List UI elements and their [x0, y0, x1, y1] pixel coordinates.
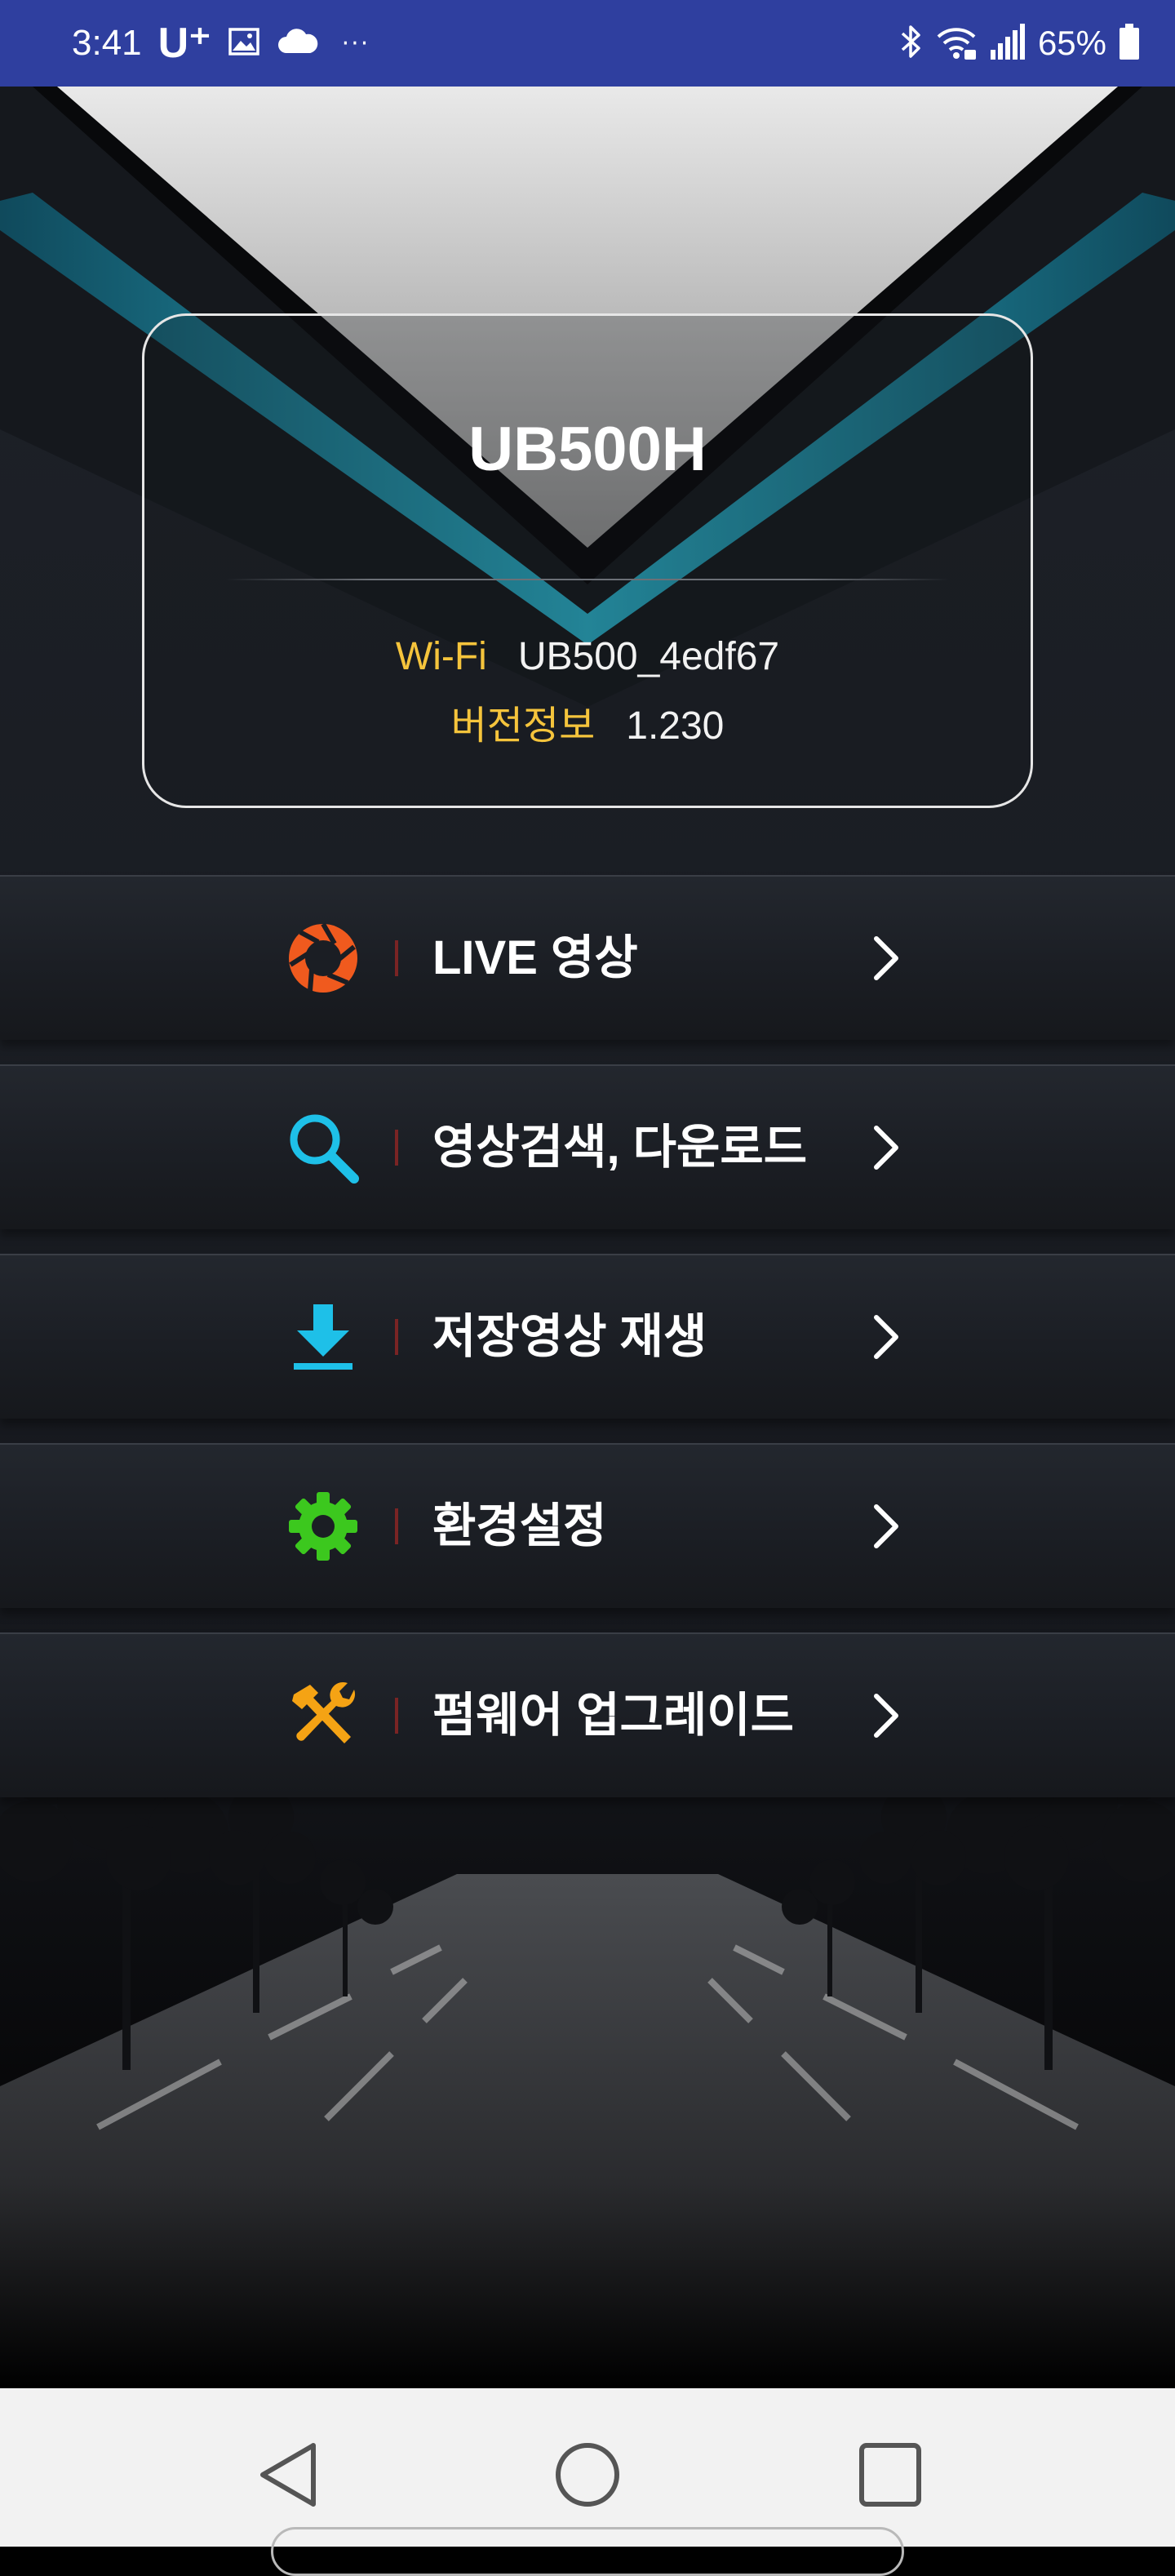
version-value: 1.230 [626, 704, 725, 748]
version-info-row: 버전정보 1.230 [144, 693, 1031, 750]
wifi-value: UB500_4edf67 [517, 635, 780, 678]
chevron-right-icon [868, 1123, 904, 1172]
battery-percent: 65% [1037, 24, 1106, 62]
status-bar: 3:41 U⁺ ··· 65% [0, 0, 1175, 87]
carrier-label: U⁺ [157, 20, 211, 67]
chevron-right-icon [868, 1691, 904, 1740]
signal-icon [989, 22, 1026, 64]
bluetooth-icon [898, 22, 924, 64]
recent-apps-icon[interactable] [849, 2434, 930, 2516]
card-divider [226, 579, 949, 580]
menu-separator [395, 1130, 398, 1166]
menu-label: 환경설정 [432, 1499, 607, 1552]
menu-label: LIVE 영상 [432, 931, 638, 984]
cloud-icon [277, 25, 319, 61]
menu-separator [395, 1319, 398, 1355]
menu-separator [395, 1508, 398, 1544]
gesture-handle[interactable] [271, 2527, 904, 2576]
menu-separator [395, 940, 398, 976]
menu-separator [395, 1698, 398, 1734]
chevron-right-icon [868, 934, 904, 983]
more-notifications-icon: ··· [341, 29, 370, 58]
menu-label: 저장영상 재생 [432, 1310, 707, 1363]
device-name: UB500H [468, 415, 707, 484]
status-time: 3:41 [72, 23, 142, 63]
chevron-right-icon [868, 1502, 904, 1551]
back-icon[interactable] [248, 2434, 330, 2516]
menu-item-settings[interactable]: 환경설정 [0, 1443, 1175, 1608]
gear-icon [286, 1489, 361, 1564]
camera-shutter-icon [286, 921, 361, 996]
chevron-right-icon [868, 1312, 904, 1361]
menu-item-video-search-download[interactable]: 영상검색, 다운로드 [0, 1064, 1175, 1229]
navigation-bar [0, 2388, 1175, 2576]
device-info-card: UB500H Wi-Fi UB500_4edf67 버전정보 1.230 [142, 313, 1033, 808]
menu-item-firmware-upgrade[interactable]: 펌웨어 업그레이드 [0, 1632, 1175, 1797]
battery-icon [1118, 22, 1141, 64]
menu-label: 펌웨어 업그레이드 [432, 1689, 794, 1742]
menu-label: 영상검색, 다운로드 [432, 1121, 808, 1174]
wifi-label: Wi-Fi [395, 635, 487, 678]
menu-item-live-video[interactable]: LIVE 영상 [0, 875, 1175, 1040]
download-icon [286, 1299, 361, 1375]
wifi-icon [935, 22, 978, 64]
wifi-info-row: Wi-Fi UB500_4edf67 [144, 634, 1031, 679]
image-icon [228, 25, 260, 61]
tools-icon [286, 1678, 361, 1753]
app-screen: UB500H Wi-Fi UB500_4edf67 버전정보 1.230 LIV… [0, 87, 1175, 2388]
home-icon[interactable] [547, 2434, 628, 2516]
version-label: 버전정보 [450, 704, 596, 748]
menu-item-saved-video-playback[interactable]: 저장영상 재생 [0, 1254, 1175, 1419]
search-icon [286, 1110, 361, 1185]
